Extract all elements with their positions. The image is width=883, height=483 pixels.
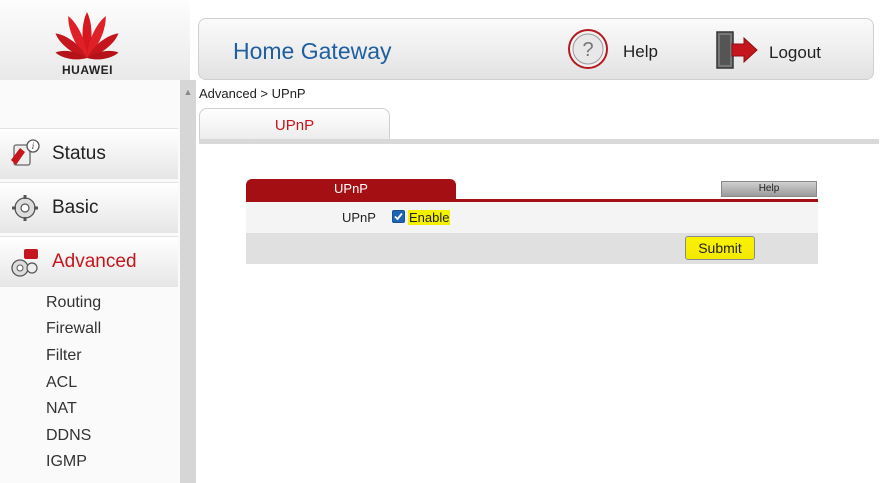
submit-button[interactable]: Submit [685, 236, 755, 260]
checkmark-icon [394, 212, 403, 221]
upnp-enable-checkbox[interactable] [392, 210, 405, 223]
submenu-item-routing[interactable]: Routing [46, 294, 101, 312]
tab-label: UPnP [274, 117, 315, 134]
sidebar-item-status[interactable]: i Status [0, 128, 178, 179]
help-icon: ? [568, 29, 608, 69]
logout-label: Logout [769, 43, 821, 62]
sidebar-item-label: Advanced [52, 251, 137, 272]
submenu-item-firewall[interactable]: Firewall [46, 320, 101, 338]
panel-title-tab: UPnP [246, 179, 456, 199]
submenu-item-ddns[interactable]: DDNS [46, 427, 91, 445]
upnp-enable-label[interactable]: Enable [408, 210, 451, 225]
sidebar-item-basic[interactable]: Basic [0, 182, 178, 233]
svg-text:?: ? [582, 39, 593, 61]
submenu-item-acl[interactable]: ACL [46, 374, 77, 392]
sidebar-item-advanced[interactable]: Advanced [0, 236, 178, 287]
submenu-item-nat[interactable]: NAT [46, 400, 77, 418]
basic-icon [12, 195, 38, 221]
sidebar-scrollbar[interactable] [180, 80, 196, 483]
upnp-field-label: UPnP [342, 210, 376, 225]
brand-name: HUAWEI [62, 63, 113, 77]
huawei-logo-icon [55, 12, 119, 60]
submenu-item-filter[interactable]: Filter [46, 347, 82, 365]
advanced-icon [11, 249, 38, 277]
scroll-up-arrow-icon[interactable]: ▲ [182, 86, 194, 98]
logout-icon [716, 31, 758, 69]
submenu-item-igmp[interactable]: IGMP [46, 453, 87, 471]
tab-upnp[interactable]: UPnP [199, 108, 390, 140]
upnp-row: UPnP Enable [246, 202, 818, 233]
panel-help-label: Help [758, 183, 780, 194]
submit-row: Submit [246, 233, 818, 264]
panel-title: UPnP [334, 181, 368, 196]
breadcrumb: Advanced > UPnP [199, 86, 306, 101]
header-bar: Home Gateway ? Help Logout [198, 18, 874, 80]
status-icon: i [11, 139, 40, 166]
help-label: Help [623, 42, 658, 61]
sidebar-item-label: Basic [52, 197, 99, 218]
logo-area: HUAWEI [0, 0, 190, 81]
page-title: Home Gateway [233, 38, 392, 64]
panel-help-button[interactable]: Help [721, 181, 817, 197]
sidebar-item-label: Status [52, 143, 106, 164]
